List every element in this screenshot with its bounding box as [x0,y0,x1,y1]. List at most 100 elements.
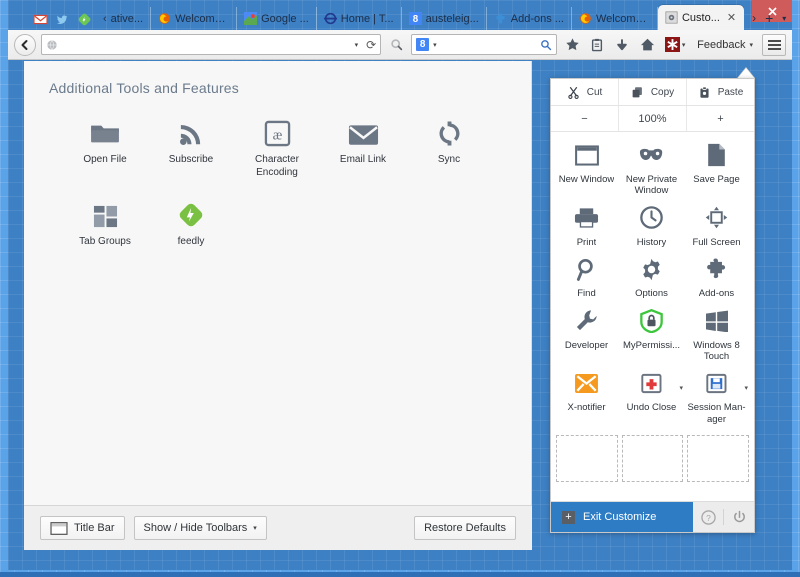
bookmark-star-icon[interactable] [562,34,582,56]
mask-icon [639,140,665,170]
panel-item-history[interactable]: History [619,203,684,248]
cut-label: Cut [587,87,603,98]
undo-close-icon [640,368,663,398]
reader-list-icon[interactable] [587,34,607,56]
desktop-taskbar [0,572,800,577]
panel-item-new-window[interactable]: New Window [554,140,619,197]
home-icon[interactable] [637,34,657,56]
panel-item-options[interactable]: Options [619,254,684,299]
list-all-tabs-icon[interactable]: ▾ [782,14,786,23]
feedback-button[interactable]: Feedback ▾ [693,39,757,51]
panel-item-save-page[interactable]: Save Page [684,140,749,197]
panel-item-find[interactable]: Find [554,254,619,299]
new-window-icon [575,140,599,170]
hamburger-menu-icon[interactable] [762,34,786,56]
tab-item[interactable]: 8 austeleig... [402,7,487,30]
browser-window: ‹ ative... Welcome... Google ... Home | … [8,0,792,570]
tool-item-email-link[interactable]: Email Link [320,113,406,179]
tab-label: Add-ons ... [511,13,564,25]
search-engine-dropmarker-icon[interactable]: ▾ [433,41,437,49]
noscript-dropmarker-icon[interactable]: ▾ [682,41,686,49]
zoom-level-label[interactable]: 100% [618,106,686,131]
pinned-tab-gmail[interactable] [30,8,50,30]
tool-label: Email Link [340,154,386,167]
panel-item-label: Add-ons [699,288,734,299]
printer-icon [574,203,599,233]
tab-item[interactable]: ‹ ative... [96,7,151,30]
tab-item[interactable]: Home | T... [317,7,402,30]
copy-button[interactable]: Copy [618,79,686,105]
tab-overflow-left-icon[interactable]: ‹ [103,13,107,25]
tab-close-icon[interactable]: ✕ [727,11,736,24]
tool-item-character-encoding[interactable]: æ Character Encoding [234,113,320,179]
panel-item-windows-8-touch[interactable]: Windows 8 Touch [684,306,749,363]
panel-item-print[interactable]: Print [554,203,619,248]
panel-item-label: Options [635,288,668,299]
noscript-icon[interactable]: ▾ [662,34,688,56]
panel-item-session-manager[interactable]: Session Man-ager ▾ [684,368,749,425]
tool-item-sync[interactable]: Sync [406,113,492,179]
feedback-label: Feedback [697,39,745,51]
panel-item-new-private-window[interactable]: New Private Window [619,140,684,197]
tool-label: feedly [178,236,205,249]
additional-tools-grid: Open File Subscribe æ Character Encoding… [62,113,502,265]
tab-item[interactable]: Welcome... [151,7,237,30]
url-bar[interactable]: ▾ ⟳ [41,34,381,55]
exit-customize-label: Exit Customize [583,511,656,523]
panel-item-label: New Window [559,174,614,185]
puzzle-icon [705,254,729,284]
empty-slot[interactable] [622,435,684,482]
paste-button[interactable]: Paste [686,79,754,105]
show-hide-toolbars-button[interactable]: Show / Hide Toolbars ▾ [134,516,267,540]
panel-item-x-notifier[interactable]: X-notifier [554,368,619,425]
power-button[interactable] [724,502,754,532]
panel-item-full-screen[interactable]: Full Screen [684,203,749,248]
search-bar[interactable]: 8 ▾ [411,34,557,55]
chevron-down-icon[interactable]: ▾ [253,524,257,532]
zoom-out-button[interactable]: − [551,106,618,131]
panel-item-undo-close[interactable]: Undo Close ▾ [619,368,684,425]
empty-slot[interactable] [556,435,618,482]
downloads-icon[interactable] [612,34,632,56]
restore-defaults-button[interactable]: Restore Defaults [414,516,516,540]
search-magnifier-small-icon[interactable] [386,34,406,56]
plus-icon: + [562,511,575,524]
cut-button[interactable]: Cut [551,79,618,105]
exit-customize-button[interactable]: + Exit Customize [551,502,693,532]
edit-controls-row: Cut Copy Paste [551,79,754,106]
tool-item-open-file[interactable]: Open File [62,113,148,179]
help-button[interactable]: ? [693,502,723,532]
feedback-dropmarker-icon[interactable]: ▾ [749,41,753,49]
undo-close-dropmarker-icon[interactable]: ▾ [679,384,683,392]
search-engine-icon[interactable]: 8 [416,38,429,51]
tab-scroll-right-icon[interactable]: › [752,11,756,25]
zoom-in-button[interactable]: + [686,106,754,131]
tool-label: Character Encoding [234,154,320,179]
copy-label: Copy [651,87,674,98]
tool-item-feedly[interactable]: feedly [148,195,234,249]
pinned-tab-feedly[interactable] [74,8,94,30]
envelope-icon [348,113,379,147]
title-bar-button[interactable]: Title Bar [40,516,125,540]
tab-item[interactable]: Welcome... [572,7,658,30]
pinned-tab-twitter[interactable] [52,8,72,30]
search-icon[interactable] [540,39,552,51]
panel-item-developer[interactable]: Developer [554,306,619,363]
svg-text:æ: æ [272,127,282,143]
empty-slot[interactable] [687,435,749,482]
panel-item-mypermissions[interactable]: MyPermissi... [619,306,684,363]
session-manager-dropmarker-icon[interactable]: ▾ [744,384,748,392]
tab-item[interactable]: Add-ons ... [487,7,572,30]
new-tab-button[interactable]: + [765,10,773,26]
url-dropmarker-icon[interactable]: ▾ [355,41,359,49]
tool-label: Open File [83,154,126,167]
panel-item-add-ons[interactable]: Add-ons [684,254,749,299]
back-button[interactable] [14,34,36,56]
tool-item-subscribe[interactable]: Subscribe [148,113,234,179]
panel-footer: + Exit Customize ? [551,501,754,532]
reload-icon[interactable]: ⟳ [366,38,376,52]
tab-item[interactable]: Google ... [237,7,317,30]
google-maps-favicon [244,12,257,25]
tab-item-active[interactable]: Custo... ✕ [658,5,744,30]
tool-item-tab-groups[interactable]: Tab Groups [62,195,148,249]
